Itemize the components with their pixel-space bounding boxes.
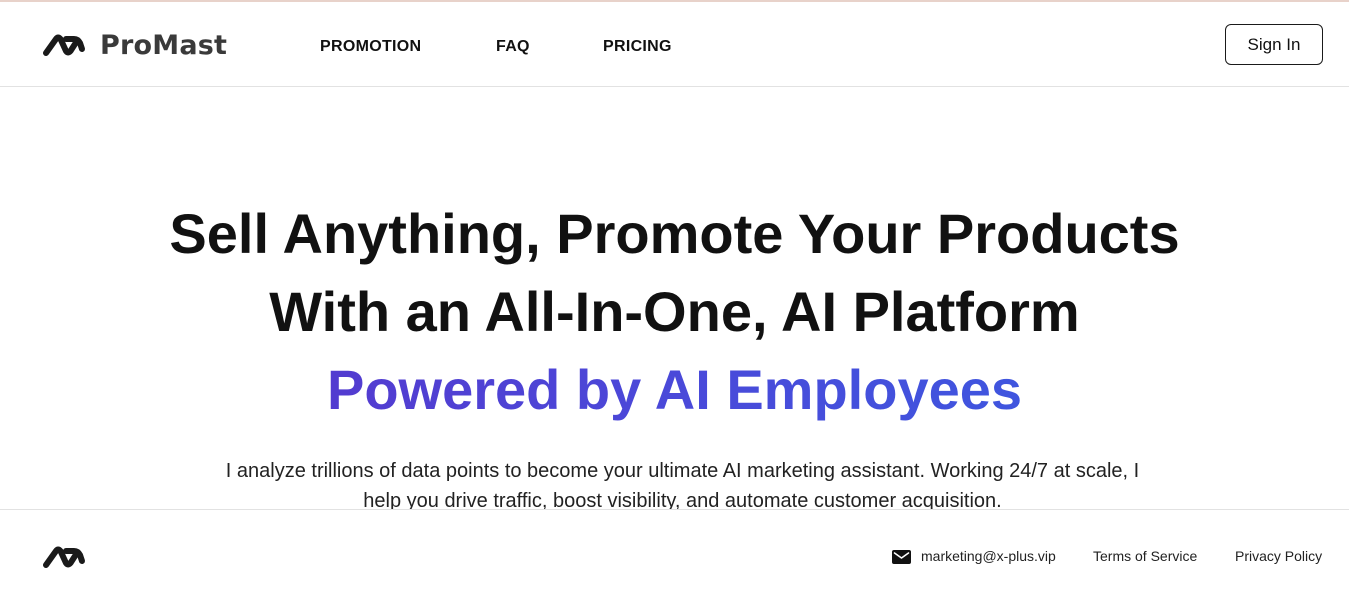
nav-pricing[interactable]: PRICING [603,38,672,56]
site-footer: marketing@x-plus.vip Terms of Service Pr… [0,509,1349,597]
brand-name: ProMast [100,29,228,61]
hero-description: I analyze trillions of data points to be… [225,460,1140,512]
hero-title: Sell Anything, Promote Your Products Wit… [0,195,1349,429]
footer-logo-icon[interactable] [42,544,86,570]
sign-in-button[interactable]: Sign In [1225,24,1323,65]
footer-terms-link[interactable]: Terms of Service [1093,548,1197,564]
site-header: ProMast PROMOTION FAQ PRICING Sign In [0,2,1349,87]
footer-email-link[interactable]: marketing@x-plus.vip [921,548,1056,564]
promast-logo-icon [43,34,85,56]
hero-title-highlight: Powered by AI Employees [0,351,1349,429]
footer-privacy-link[interactable]: Privacy Policy [1235,548,1322,564]
hero-title-line-1: Sell Anything, Promote Your Products [169,202,1180,265]
nav-faq[interactable]: FAQ [496,38,530,56]
brand-logo-link[interactable]: ProMast [42,28,227,62]
hero-title-line-2: With an All-In-One, AI Platform [269,280,1080,343]
nav-promotion[interactable]: PROMOTION [320,38,421,56]
mail-icon [892,550,911,564]
